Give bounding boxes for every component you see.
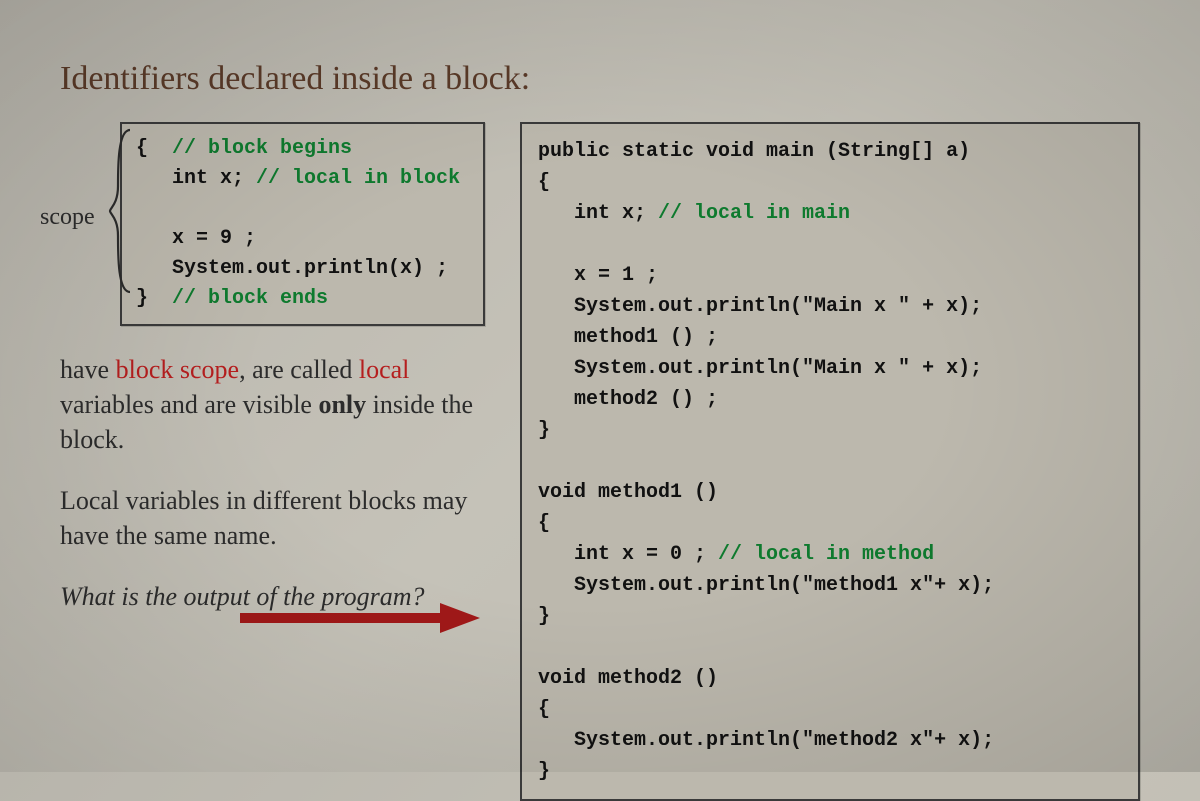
paragraph-block-scope: have block scope, are called local varia… — [60, 352, 490, 457]
left-column: scope { // block begins int x; // local … — [60, 122, 490, 633]
code-line: } — [538, 419, 550, 442]
code-line: System.out.println("Main x " + x); — [538, 295, 982, 318]
code-line: public static void main (String[] a) — [538, 140, 970, 163]
two-column-layout: scope { // block begins int x; // local … — [60, 122, 1140, 801]
right-code-box: public static void main (String[] a) { i… — [520, 122, 1140, 801]
code-line: System.out.println("method1 x"+ x); — [538, 574, 994, 597]
code-line: x = 1 ; — [538, 264, 658, 287]
right-column: public static void main (String[] a) { i… — [520, 122, 1140, 801]
page-title: Identifiers declared inside a block: — [60, 60, 1140, 98]
code-line: { — [538, 698, 550, 721]
code-line: System.out.println("method2 x"+ x); — [538, 729, 994, 752]
code-line: method2 () ; — [538, 388, 718, 411]
code-line: int x = 0 ; // local in method — [538, 543, 934, 566]
arrow-right-icon — [240, 603, 480, 633]
code-line: method1 () ; — [538, 326, 718, 349]
code-line: int x; // local in main — [538, 202, 850, 225]
code-line: { — [538, 512, 550, 535]
scope-block-wrap: scope { // block begins int x; // local … — [60, 122, 490, 326]
scope-label: scope — [40, 204, 95, 231]
code-line: { — [538, 171, 550, 194]
code-line: System.out.println(x) ; — [136, 257, 448, 280]
code-line: int x; // local in block — [136, 167, 460, 190]
code-line: x = 9 ; — [136, 227, 256, 250]
code-line: void method1 () — [538, 481, 718, 504]
left-code-box: { // block begins int x; // local in blo… — [120, 122, 485, 326]
code-line: } — [538, 605, 550, 628]
code-line: } // block ends — [136, 287, 328, 310]
code-line: void method2 () — [538, 667, 718, 690]
code-line: { // block begins — [136, 137, 352, 160]
slide: Identifiers declared inside a block: sco… — [0, 0, 1200, 772]
left-brace-icon — [108, 126, 134, 296]
paragraph-same-name: Local variables in different blocks may … — [60, 483, 490, 553]
code-line: System.out.println("Main x " + x); — [538, 357, 982, 380]
